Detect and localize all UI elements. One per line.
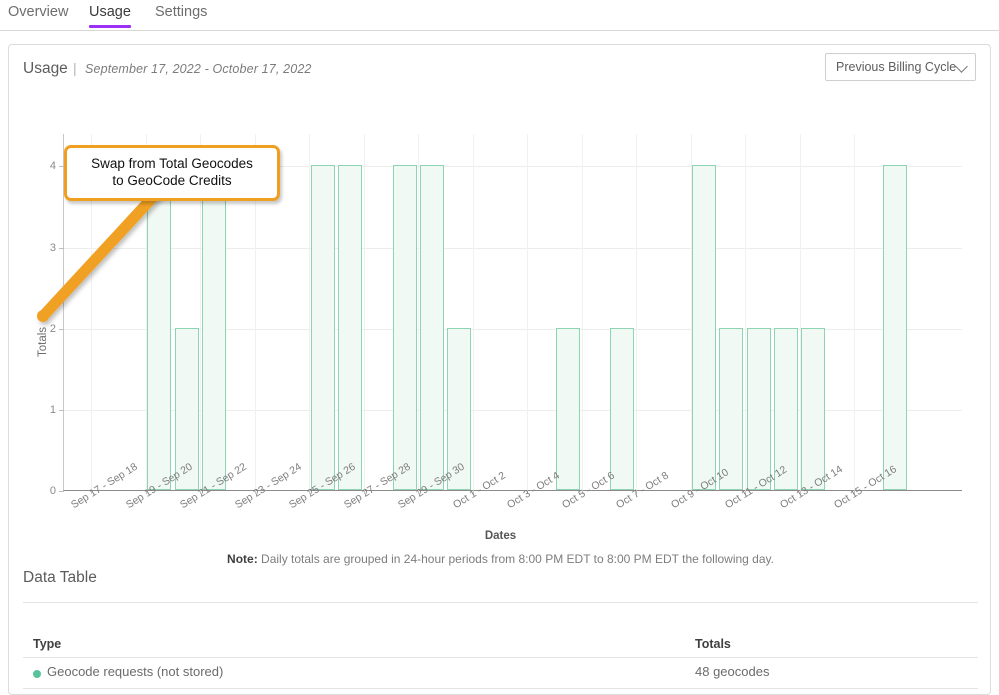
chart-bar[interactable] xyxy=(393,165,417,490)
chart-vertical-gridline xyxy=(364,134,365,490)
page-title: Usage xyxy=(23,60,68,78)
callout-box: Swap from Total Geocodes to GeoCode Cred… xyxy=(64,145,280,201)
chart-bar[interactable] xyxy=(610,328,634,490)
chart-note-text: Daily totals are grouped in 24-hour peri… xyxy=(258,552,774,566)
chart-bar[interactable] xyxy=(202,165,226,490)
tab-settings[interactable]: Settings xyxy=(155,4,207,28)
chart-note: Note: Daily totals are grouped in 24-hou… xyxy=(9,552,992,566)
y-axis-tick-mark xyxy=(59,329,64,330)
y-axis-tick-label: 3 xyxy=(50,242,56,254)
chart-vertical-gridline xyxy=(527,134,528,490)
chart-bar[interactable] xyxy=(311,165,335,490)
chart-vertical-gridline xyxy=(582,134,583,490)
divider-under-column-headers xyxy=(23,657,978,658)
y-axis-tick-label: 0 xyxy=(50,485,56,497)
chart-note-prefix: Note: xyxy=(227,552,258,566)
top-tabbar: Overview Usage Settings xyxy=(0,0,999,31)
y-axis-tick-mark xyxy=(59,491,64,492)
chart-bar[interactable] xyxy=(883,165,907,490)
chart-gridline xyxy=(64,248,962,249)
y-axis-tick-mark xyxy=(59,410,64,411)
chart-bar[interactable] xyxy=(747,328,771,490)
chart-bar[interactable] xyxy=(147,165,171,490)
column-header-totals: Totals xyxy=(695,637,731,651)
chart-vertical-gridline xyxy=(691,134,692,490)
chart-bar[interactable] xyxy=(801,328,825,490)
chart-bar[interactable] xyxy=(556,328,580,490)
divider-under-data-table-title xyxy=(23,602,978,603)
date-range-label: September 17, 2022 - October 17, 2022 xyxy=(85,62,312,76)
chart-vertical-gridline xyxy=(854,134,855,490)
y-axis-tick-label: 1 xyxy=(50,404,56,416)
y-axis-tick-label: 4 xyxy=(50,160,56,172)
row-type-label: Geocode requests (not stored) xyxy=(47,664,223,679)
callout-line-1: Swap from Total Geocodes xyxy=(77,155,267,172)
chart-bar[interactable] xyxy=(338,165,362,490)
chart-gridline xyxy=(64,410,962,411)
tab-settings-label: Settings xyxy=(155,4,207,20)
tab-overview-label: Overview xyxy=(8,4,68,20)
y-axis-tick-label: 2 xyxy=(50,323,56,335)
tab-usage-label: Usage xyxy=(89,4,131,20)
chart-vertical-gridline xyxy=(473,134,474,490)
tab-usage[interactable]: Usage xyxy=(89,4,131,28)
chart-bar[interactable] xyxy=(692,165,716,490)
column-header-type: Type xyxy=(33,637,61,651)
chevron-down-icon xyxy=(955,60,968,73)
callout-line-2: to GeoCode Credits xyxy=(77,172,267,189)
chart-vertical-gridline xyxy=(418,134,419,490)
billing-cycle-select[interactable]: Previous Billing Cycle xyxy=(825,53,976,81)
tab-active-underline xyxy=(89,25,131,28)
usage-chart: Totals 01234Sep 17 - Sep 18Sep 19 - Sep … xyxy=(9,89,992,569)
y-axis-tick-mark xyxy=(59,248,64,249)
row-totals-value: 48 geocodes xyxy=(695,664,769,679)
legend-dot-icon xyxy=(33,670,41,678)
chart-vertical-gridline xyxy=(745,134,746,490)
data-table-title: Data Table xyxy=(23,569,97,587)
tab-overview[interactable]: Overview xyxy=(8,4,68,28)
chart-vertical-gridline xyxy=(309,134,310,490)
chart-vertical-gridline xyxy=(800,134,801,490)
divider-under-row xyxy=(23,688,978,689)
x-axis-tick-label: Oct 3 - Oct 4 xyxy=(505,469,562,511)
y-axis-title: Totals xyxy=(37,327,49,357)
usage-card: Usage | September 17, 2022 - October 17,… xyxy=(8,44,991,695)
x-axis-title: Dates xyxy=(9,530,992,542)
chart-vertical-gridline xyxy=(636,134,637,490)
title-separator: | xyxy=(73,60,77,76)
chart-gridline xyxy=(64,329,962,330)
billing-cycle-value: Previous Billing Cycle xyxy=(836,60,956,74)
chart-bar[interactable] xyxy=(420,165,444,490)
